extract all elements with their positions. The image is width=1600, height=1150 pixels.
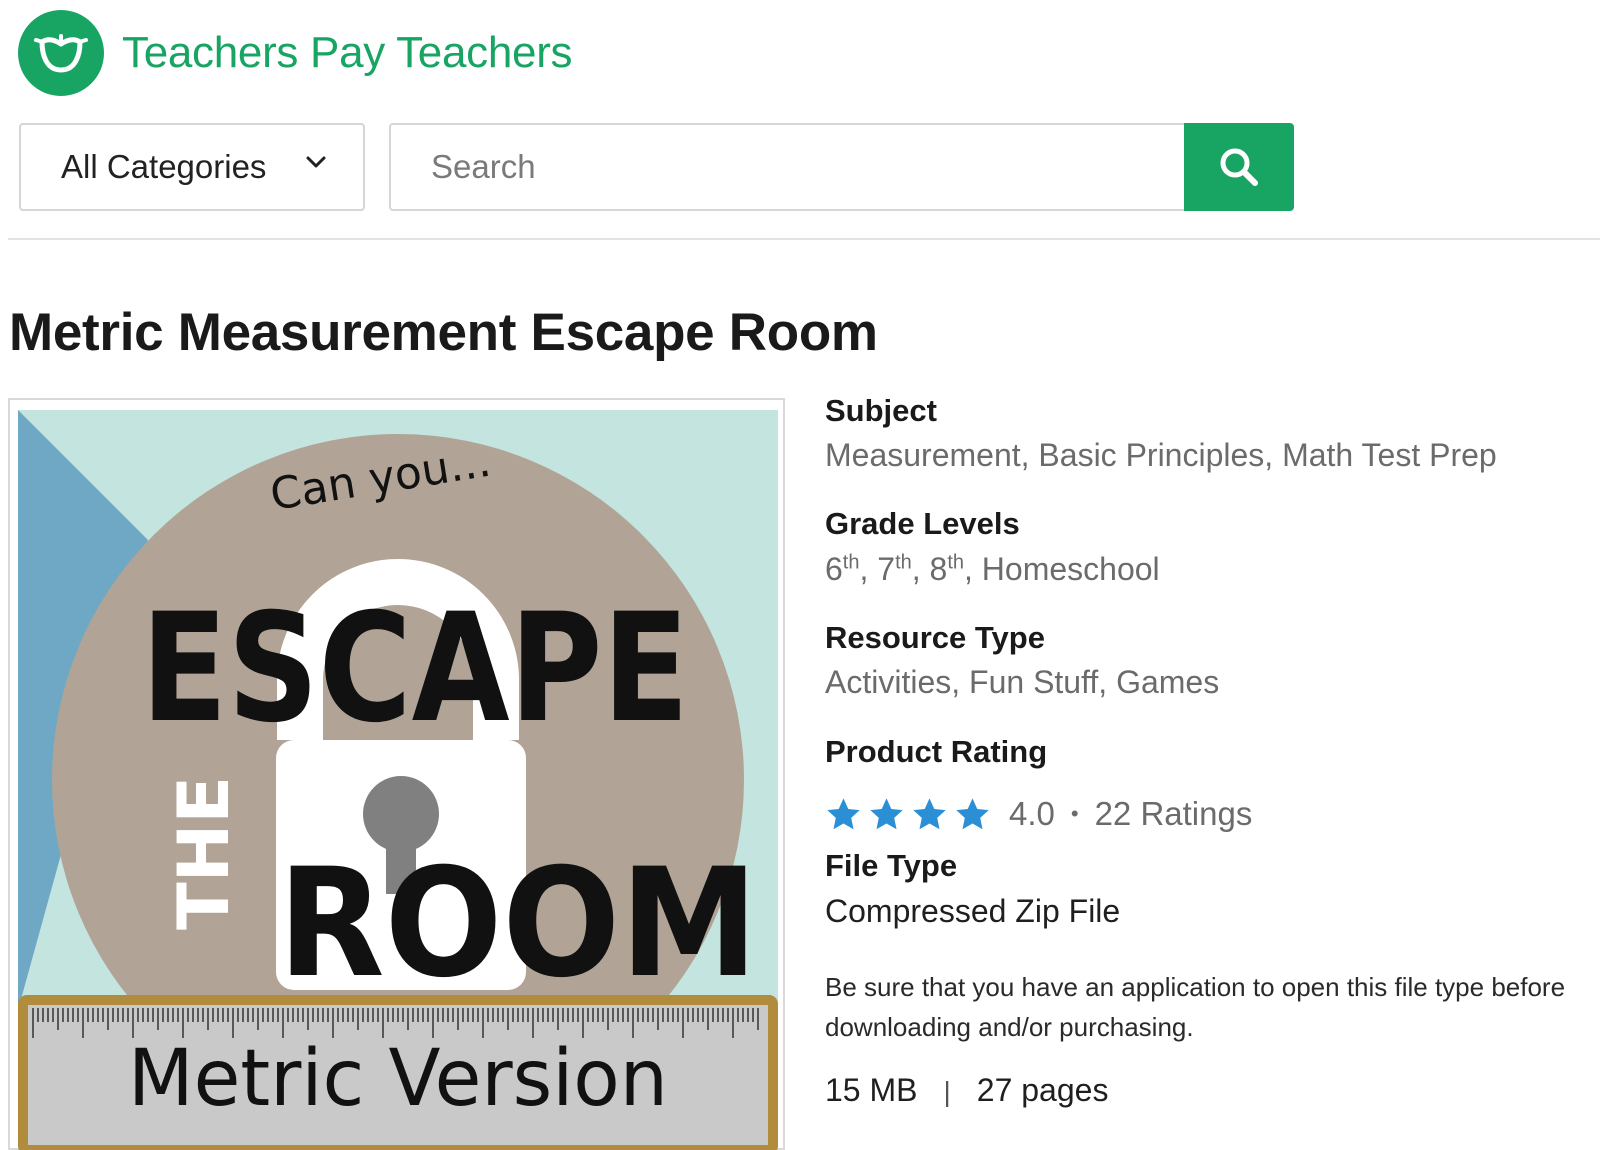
rating-row[interactable]: 4.0 • 22 Ratings xyxy=(825,792,1252,836)
grade-link[interactable]: Homeschool xyxy=(982,551,1160,587)
product-rating-label: Product Rating xyxy=(825,734,1048,769)
search-button[interactable] xyxy=(1184,123,1294,211)
star-icon xyxy=(913,797,946,829)
grade-levels-label: Grade Levels xyxy=(825,506,1020,541)
star-icon xyxy=(827,797,860,829)
tpt-logo[interactable]: Teachers Pay Teachers xyxy=(18,10,573,96)
subject-label: Subject xyxy=(825,393,937,428)
cover-the: THE xyxy=(163,776,245,930)
chevron-down-icon xyxy=(306,156,326,168)
star-icon xyxy=(956,797,989,829)
subject-values: Measurement, Basic Principles, Math Test… xyxy=(825,437,1497,473)
star-icon xyxy=(870,797,903,829)
file-info: 15 MB | 27 pages xyxy=(825,1072,1108,1109)
resource-link[interactable]: Games xyxy=(1116,664,1219,700)
separator-dot: • xyxy=(1070,801,1079,826)
product-cover-image[interactable]: Can you... ESCAPE THE ROOM Metric Versio… xyxy=(18,410,778,1150)
header-divider xyxy=(8,238,1600,240)
apple-icon xyxy=(18,10,104,96)
resource-type-values: Activities, Fun Stuff, Games xyxy=(825,664,1220,700)
resource-link[interactable]: Activities xyxy=(825,664,951,700)
page-count: 27 pages xyxy=(976,1072,1109,1108)
resource-link[interactable]: Fun Stuff xyxy=(969,664,1098,700)
category-dropdown[interactable]: All Categories xyxy=(19,123,365,211)
subject-link[interactable]: Basic Principles xyxy=(1038,437,1264,473)
star-rating xyxy=(825,796,997,833)
grade-link[interactable]: 7th xyxy=(877,551,911,587)
resource-type-label: Resource Type xyxy=(825,620,1045,655)
file-type-value: Compressed Zip File xyxy=(825,893,1121,929)
search-input[interactable]: Search xyxy=(389,123,1184,211)
pipe-separator: | xyxy=(943,1076,951,1107)
cover-escape: ESCAPE xyxy=(141,582,689,756)
ratings-count-link[interactable]: 22 Ratings xyxy=(1095,795,1253,833)
cover-room: ROOM xyxy=(278,837,758,1011)
file-size: 15 MB xyxy=(825,1072,918,1108)
grade-link[interactable]: 8th xyxy=(930,551,964,587)
category-label: All Categories xyxy=(61,148,267,185)
grade-link[interactable]: 6th xyxy=(825,551,859,587)
product-title: Metric Measurement Escape Room xyxy=(9,303,878,362)
brand-name: Teachers Pay Teachers xyxy=(122,28,573,77)
search-placeholder: Search xyxy=(431,148,536,185)
cover-metric-version: Metric Version xyxy=(128,1034,668,1124)
search-icon xyxy=(1220,148,1258,186)
subject-link[interactable]: Math Test Prep xyxy=(1282,437,1497,473)
file-type-label: File Type xyxy=(825,848,958,883)
rating-value: 4.0 xyxy=(1009,795,1055,832)
grade-levels-values: 6th, 7th, 8th, Homeschool xyxy=(825,551,1160,587)
file-type-note: Be sure that you have an application to … xyxy=(825,972,1566,1042)
subject-link[interactable]: Measurement xyxy=(825,437,1021,473)
